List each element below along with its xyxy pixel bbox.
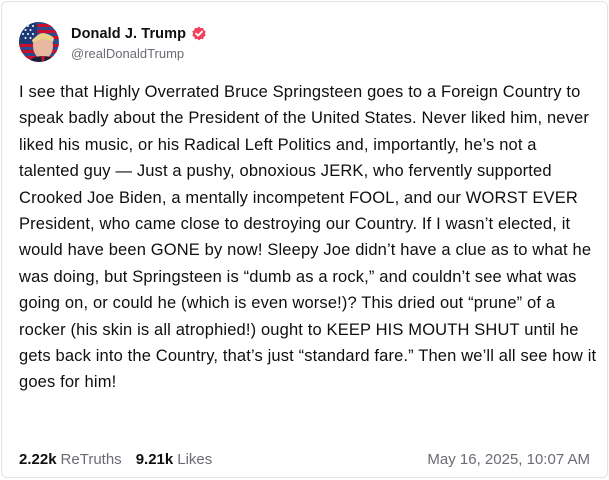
avatar[interactable] xyxy=(19,22,59,62)
name-row: Donald J. Trump xyxy=(71,24,207,44)
likes-count: 9.21k xyxy=(135,450,174,468)
truth-post-card: Donald J. Trump @realDonaldTrump I see t… xyxy=(1,1,608,478)
author-handle[interactable]: @realDonaldTrump xyxy=(71,46,207,61)
post-header: Donald J. Trump @realDonaldTrump xyxy=(19,22,207,62)
post-body-text: I see that Highly Overrated Bruce Spring… xyxy=(19,83,597,392)
retruths-stat[interactable]: 2.22k ReTruths xyxy=(19,451,122,468)
post-timestamp[interactable]: May 16, 2025, 10:07 AM xyxy=(427,451,590,468)
retruths-label: ReTruths xyxy=(60,450,122,468)
verified-badge-icon xyxy=(191,26,207,42)
author-identity: Donald J. Trump @realDonaldTrump xyxy=(71,24,207,61)
display-name[interactable]: Donald J. Trump xyxy=(71,26,186,42)
likes-stat[interactable]: 9.21k Likes xyxy=(136,451,213,468)
post-footer: 2.22k ReTruths 9.21k Likes May 16, 2025,… xyxy=(19,448,590,470)
retruths-count: 2.22k xyxy=(19,450,57,468)
likes-label: Likes xyxy=(177,450,213,468)
